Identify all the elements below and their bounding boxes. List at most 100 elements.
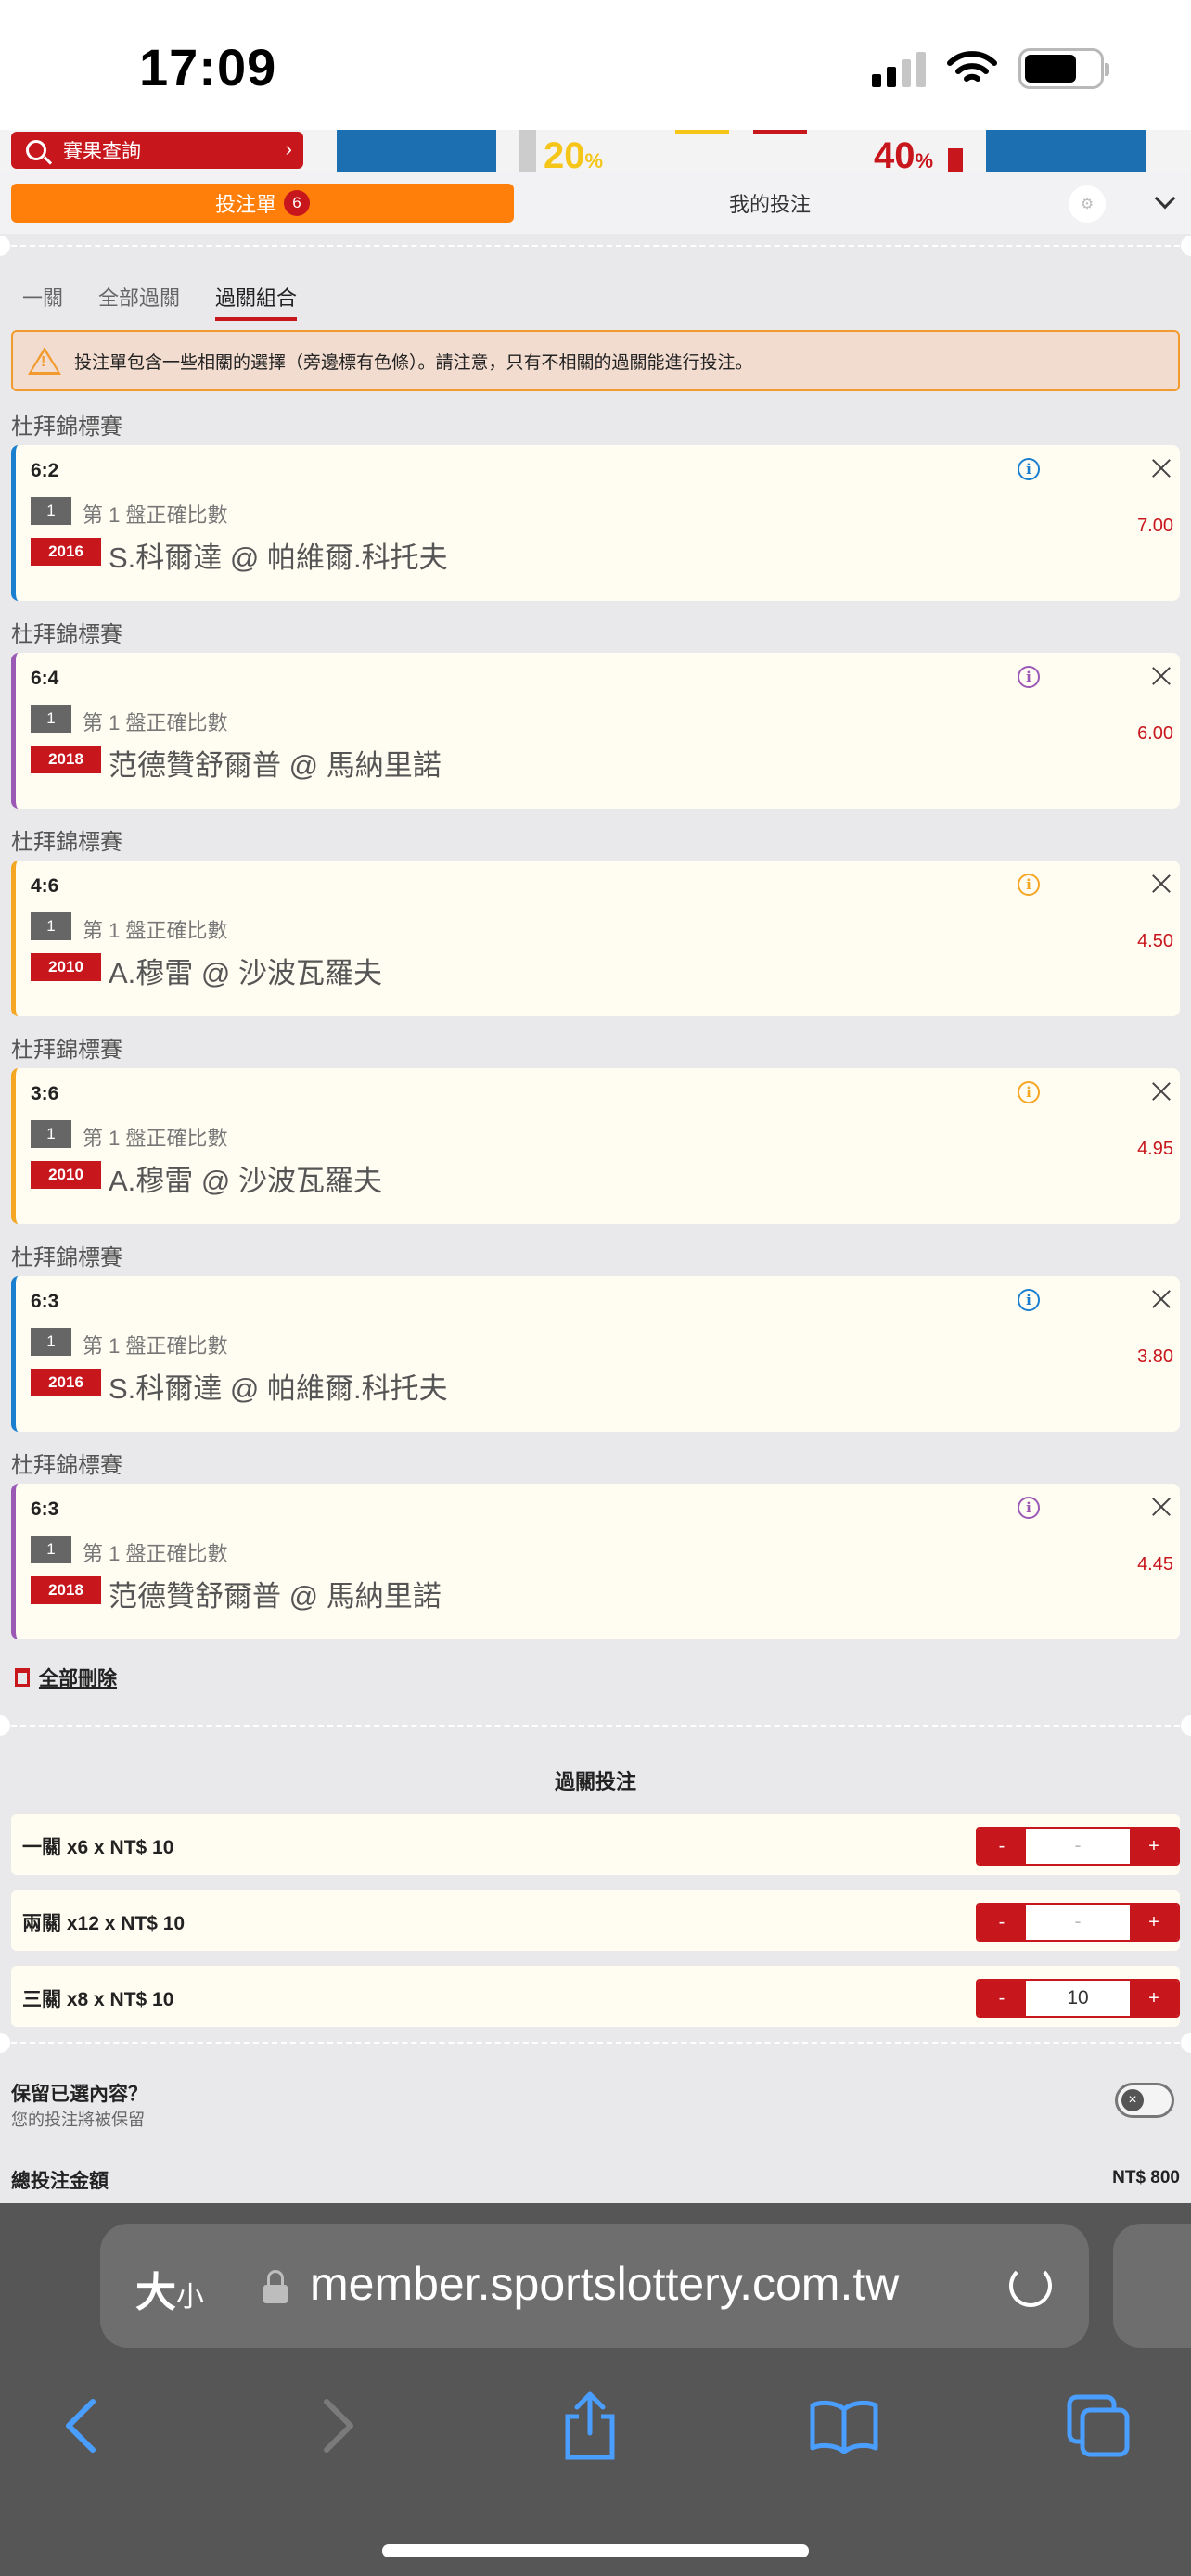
tab-bet-slip-label: 投注單 [214, 193, 276, 216]
info-icon[interactable]: i [1018, 458, 1040, 480]
event-id-badge: 2010 [31, 1161, 101, 1189]
background-tile [986, 130, 1146, 172]
stake-input[interactable]: - [1026, 1905, 1130, 1940]
collapse-chevron-icon[interactable] [1154, 187, 1176, 210]
subtab-all-parlay[interactable]: 全部過關 [98, 282, 180, 321]
event-id-badge: 2010 [31, 953, 101, 981]
delete-all-button[interactable]: 全部刪除 [15, 1664, 117, 1691]
percent-left: 20% [544, 135, 604, 172]
back-icon[interactable] [43, 2389, 117, 2463]
info-icon[interactable]: i [1018, 666, 1040, 688]
selection-odds: 7.00 [1137, 516, 1173, 536]
subtab-single[interactable]: 一關 [22, 282, 63, 321]
decrement-button[interactable]: - [978, 1905, 1026, 1940]
close-icon[interactable] [1149, 1495, 1173, 1519]
match-teams: S.科爾達 @ 帕維爾.科托夫 [109, 542, 448, 574]
ticket-notch [1181, 1715, 1191, 1736]
background-bar [675, 130, 729, 134]
subtab-parlay-combo[interactable]: 過關組合 [215, 282, 298, 321]
decrement-button[interactable]: - [978, 1829, 1026, 1864]
wifi-icon [947, 51, 997, 82]
result-query-button[interactable]: 賽果查詢 › [11, 132, 303, 169]
lock-icon [263, 2270, 288, 2303]
address-bar[interactable]: 大小 member.sportslottery.com.tw [100, 2224, 1089, 2348]
settings-icon[interactable]: ⚙ [1069, 185, 1106, 223]
event-id-badge: 2018 [31, 1576, 101, 1604]
selection-card: 6:4 i 1 第 1 盤正確比數 2018 范德贊舒爾普 @ 馬納里諾 6.0… [11, 653, 1180, 809]
parlay-row-label: 一關 x6 x NT$ 10 [22, 1837, 174, 1858]
reload-icon[interactable] [1009, 2264, 1052, 2307]
parlay-row-label: 兩關 x12 x NT$ 10 [22, 1913, 186, 1934]
increment-button[interactable]: + [1130, 1905, 1178, 1940]
related-selection-warning: ! 投注單包含一些相關的選擇（旁邊標有色條）。請注意，只有不相關的過關能進行投注… [11, 330, 1180, 391]
close-icon[interactable] [1149, 664, 1173, 688]
bookmarks-icon[interactable] [807, 2389, 881, 2463]
background-bar [519, 130, 536, 172]
parlay-title: 過關投注 [554, 1770, 636, 1793]
status-time: 17:09 [139, 38, 277, 96]
close-icon[interactable] [1149, 1079, 1173, 1103]
selection-card: 6:3 i 1 第 1 盤正確比數 2016 S.科爾達 @ 帕維爾.科托夫 3… [11, 1276, 1180, 1432]
league-name: 杜拜錦標賽 [11, 1245, 122, 1270]
set-number-badge: 1 [31, 912, 71, 940]
forward-icon[interactable] [302, 2389, 377, 2463]
stake-input[interactable]: - [1026, 1829, 1130, 1864]
next-tab-preview[interactable] [1113, 2224, 1191, 2348]
info-icon[interactable]: i [1018, 1081, 1040, 1103]
total-stake-value: NT$ 800 [1112, 2168, 1180, 2187]
selection-score: 3:6 [31, 1083, 59, 1104]
parlay-row-label: 三關 x8 x NT$ 10 [22, 1989, 174, 2010]
selection-odds: 4.45 [1137, 1554, 1173, 1575]
stake-stepper: - - + [976, 1827, 1180, 1866]
market-name: 第 1 盤正確比數 [83, 504, 228, 527]
divider [11, 1725, 1180, 1727]
background-page-strip: 賽果查詢 › 20% 40% [0, 130, 1191, 172]
selection-score: 6:4 [31, 668, 59, 689]
parlay-row: 三關 x8 x NT$ 10 - 10 + [11, 1966, 1180, 2027]
share-icon[interactable] [553, 2389, 627, 2463]
set-number-badge: 1 [31, 705, 71, 733]
ticket-notch [1181, 2033, 1191, 2053]
info-icon[interactable]: i [1018, 1497, 1040, 1519]
divider [11, 245, 1180, 247]
close-icon[interactable] [1149, 872, 1173, 896]
market-name: 第 1 盤正確比數 [83, 1542, 228, 1565]
market-name: 第 1 盤正確比數 [83, 1334, 228, 1358]
decrement-button[interactable]: - [978, 1981, 1026, 2016]
increment-button[interactable]: + [1130, 1829, 1178, 1864]
close-icon[interactable] [1149, 456, 1173, 480]
keep-selections-toggle[interactable]: × [1115, 2083, 1174, 2118]
ticket-notch [1181, 236, 1191, 256]
parlay-row: 一關 x6 x NT$ 10 - - + [11, 1814, 1180, 1875]
text-size-button[interactable]: 大小 [135, 2259, 204, 2318]
stake-input[interactable]: 10 [1026, 1981, 1130, 2016]
match-teams: A.穆雷 @ 沙波瓦羅夫 [109, 1165, 382, 1197]
bet-count-badge: 6 [284, 190, 310, 216]
status-icons [872, 48, 1109, 89]
info-icon[interactable]: i [1018, 1289, 1040, 1311]
divider [11, 2042, 1180, 2044]
match-teams: 范德贊舒爾普 @ 馬納里諾 [109, 1580, 442, 1613]
tab-bet-slip[interactable]: 投注單 6 [11, 184, 514, 223]
percent-right: 40% [874, 135, 934, 172]
bet-type-subtabs: 一關 全部過關 過關組合 [22, 282, 298, 321]
increment-button[interactable]: + [1130, 1981, 1178, 2016]
tab-my-bets[interactable]: 我的投注 [575, 184, 965, 223]
match-teams: A.穆雷 @ 沙波瓦羅夫 [109, 957, 382, 989]
set-number-badge: 1 [31, 1328, 71, 1356]
close-icon[interactable] [1149, 1287, 1173, 1311]
trash-icon [15, 1668, 30, 1687]
league-name: 杜拜錦標賽 [11, 830, 122, 855]
selection-card: 3:6 i 1 第 1 盤正確比數 2010 A.穆雷 @ 沙波瓦羅夫 4.95 [11, 1068, 1180, 1224]
toggle-off-icon: × [1121, 2089, 1144, 2111]
set-number-badge: 1 [31, 1120, 71, 1148]
match-teams: S.科爾達 @ 帕維爾.科托夫 [109, 1372, 448, 1405]
league-name: 杜拜錦標賽 [11, 1038, 122, 1063]
url-text: member.sportslottery.com.tw [310, 2258, 900, 2310]
info-icon[interactable]: i [1018, 874, 1040, 896]
tabs-icon[interactable] [1061, 2389, 1135, 2463]
search-icon [26, 140, 46, 160]
set-number-badge: 1 [31, 497, 71, 525]
market-name: 第 1 盤正確比數 [83, 1127, 228, 1150]
keep-selections-subtitle: 您的投注將被保留 [11, 2111, 145, 2129]
